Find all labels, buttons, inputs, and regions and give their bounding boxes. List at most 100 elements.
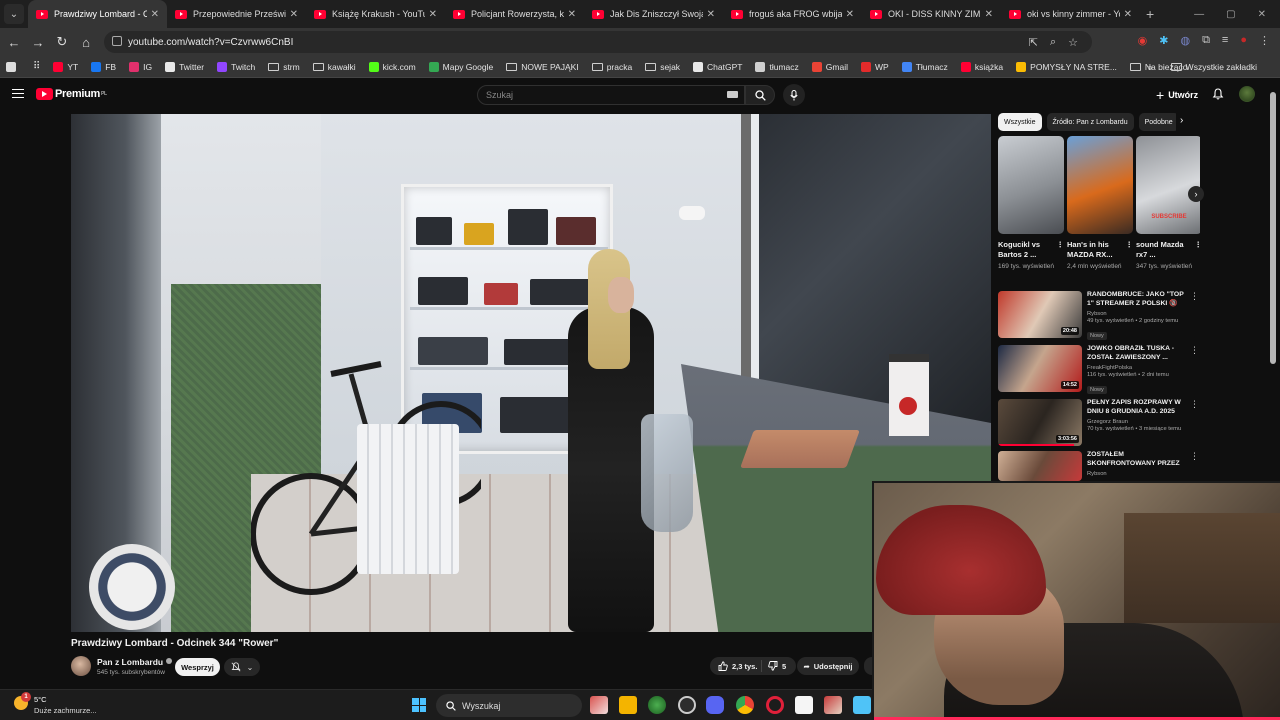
bookmark-item[interactable]: sejak bbox=[645, 62, 680, 72]
dislike-button[interactable]: 5 bbox=[762, 661, 786, 671]
record-extension-icon[interactable]: ◉ bbox=[1138, 34, 1148, 47]
support-button[interactable]: Wesprzyj bbox=[175, 658, 220, 676]
like-button[interactable]: 2,3 tys. bbox=[710, 660, 762, 672]
back-icon[interactable]: ← bbox=[2, 35, 26, 50]
taskbar-app-media-icon[interactable] bbox=[824, 696, 842, 714]
tab-search-button[interactable]: ⌄ bbox=[4, 4, 24, 24]
channel-name[interactable]: Pan z Lombardu bbox=[97, 657, 163, 667]
bookmark-item[interactable]: Twitch bbox=[217, 61, 255, 72]
apps-grid-icon[interactable]: ⠿ bbox=[33, 61, 40, 72]
browser-tab[interactable]: Policjant Rowerzysta, któr ✕ bbox=[445, 0, 584, 28]
extension-icon[interactable]: ✱ bbox=[1159, 34, 1168, 47]
windows-start-icon[interactable] bbox=[412, 698, 426, 712]
close-tab-icon[interactable]: ✕ bbox=[1124, 9, 1132, 20]
bookmark-item[interactable]: IG bbox=[129, 61, 152, 72]
youtube-logo[interactable]: Premium PL bbox=[36, 88, 107, 100]
bookmark-item[interactable]: Mapy Google bbox=[428, 61, 493, 72]
bookmark-item[interactable]: strm bbox=[268, 62, 300, 72]
share-button[interactable]: ➦ Udostępnij bbox=[797, 657, 859, 675]
address-bar[interactable]: youtube.com/watch?v=Czvrww6CnBI ⇱ ⌕ ☆ bbox=[104, 31, 1092, 53]
recommended-video[interactable]: 14:52 JÓWKO OBRAŻIŁ TUSKA - ZOSTAŁ ZAWIES… bbox=[998, 345, 1202, 395]
bookmark-item[interactable]: kawałki bbox=[312, 62, 356, 72]
maximize-icon[interactable]: ▢ bbox=[1226, 9, 1235, 20]
voice-search-button[interactable] bbox=[783, 84, 805, 106]
short-card[interactable]: SUBSCRIBE sound Mazda rx7 ... ⋮ 347 tys. wy… bbox=[1136, 136, 1200, 286]
browser-tab[interactable]: oki vs kinny zimmer - You ✕ bbox=[1001, 0, 1140, 28]
bookmark-item[interactable]: ChatGPT bbox=[693, 61, 742, 72]
short-card[interactable]: Kogucikl vs Bartos 2 ... ⋮ 169 tys. wyświe… bbox=[998, 136, 1064, 286]
close-tab-icon[interactable]: ✕ bbox=[290, 9, 298, 20]
browser-tab[interactable]: Jak Dis Zniszczył Swoją Ka ✕ bbox=[584, 0, 723, 28]
extensions-puzzle-icon[interactable]: ⧉ bbox=[1202, 34, 1210, 47]
video-player[interactable] bbox=[71, 114, 991, 632]
short-more-icon[interactable]: ⋮ bbox=[1126, 240, 1134, 250]
bookmark-item[interactable]: książka bbox=[960, 61, 1003, 72]
home-icon[interactable]: ⌂ bbox=[74, 35, 98, 50]
chips-next-icon[interactable]: › bbox=[1180, 115, 1183, 126]
subscription-notifications-button[interactable]: ⌄ bbox=[224, 658, 260, 676]
bookmark-item[interactable]: tłumacz bbox=[755, 61, 799, 72]
short-more-icon[interactable]: ⋮ bbox=[1057, 240, 1065, 250]
bookmark-item[interactable]: WP bbox=[860, 61, 889, 72]
recommended-video[interactable]: 20:48 RANDOMBRUCE: JAKO "TOP 1" STREAMER … bbox=[998, 291, 1202, 341]
media-controls-icon[interactable]: ≡ bbox=[1222, 34, 1228, 47]
recommended-more-icon[interactable]: ⋮ bbox=[1190, 399, 1199, 410]
channel-name-row[interactable]: Pan z Lombardu bbox=[97, 657, 173, 667]
bookmark-item[interactable]: NOWE PAJĄKI bbox=[506, 62, 579, 72]
close-tab-icon[interactable]: ✕ bbox=[846, 9, 854, 20]
recommended-more-icon[interactable]: ⋮ bbox=[1190, 291, 1199, 302]
taskbar-app-photo-icon[interactable] bbox=[590, 696, 608, 714]
weather-widget[interactable]: 1 5°C Duże zachmurze... bbox=[14, 692, 124, 718]
minimize-icon[interactable]: — bbox=[1194, 9, 1204, 20]
site-info-icon[interactable] bbox=[112, 36, 122, 46]
discord-icon[interactable] bbox=[706, 696, 724, 714]
file-explorer-icon[interactable] bbox=[619, 696, 637, 714]
opera-gx-icon[interactable] bbox=[766, 696, 784, 714]
taskbar-search[interactable]: Wyszukaj bbox=[436, 694, 582, 717]
close-tab-icon[interactable]: ✕ bbox=[568, 9, 576, 20]
recommended-video[interactable]: 3:03:56 PEŁNY ZAPIS ROZPRAWY W DNIU 8 GRU… bbox=[998, 399, 1202, 449]
filter-chip[interactable]: Źródło: Pan z Lombardu bbox=[1046, 113, 1134, 131]
notepad-icon[interactable] bbox=[853, 696, 871, 714]
close-tab-icon[interactable]: ✕ bbox=[429, 9, 437, 20]
filter-chip[interactable]: Podobne bbox=[1138, 113, 1176, 131]
shorts-next-button[interactable]: › bbox=[1188, 186, 1204, 202]
recommended-channel[interactable]: Rybson bbox=[1087, 311, 1195, 317]
menu-icon[interactable] bbox=[12, 89, 24, 98]
extension-icon-2[interactable]: ◍ bbox=[1180, 34, 1190, 47]
bookmark-item[interactable]: pracka bbox=[591, 62, 632, 72]
zoom-icon[interactable]: ⌕ bbox=[1050, 36, 1056, 49]
bookmark-item[interactable]: Tłumacz bbox=[901, 61, 948, 72]
channel-avatar[interactable] bbox=[71, 656, 91, 676]
search-button[interactable] bbox=[745, 85, 775, 105]
browser-tab[interactable]: OKI - DISS KINNY ZIMME ✕ bbox=[862, 0, 1001, 28]
close-window-icon[interactable]: ✕ bbox=[1258, 9, 1266, 20]
recommended-video[interactable]: ZOSTAŁEM SKONFRONTOWANY PRZEZ ... Rybson ⋮ bbox=[998, 451, 1202, 481]
new-tab-button[interactable]: + bbox=[1146, 6, 1154, 22]
browser-tab[interactable]: froguś aka FROG wbija się ✕ bbox=[723, 0, 862, 28]
create-button[interactable]: + Utwórz bbox=[1156, 87, 1198, 103]
keyboard-icon[interactable] bbox=[727, 91, 738, 98]
close-tab-icon[interactable]: ✕ bbox=[151, 9, 159, 20]
forward-icon[interactable]: → bbox=[26, 35, 50, 50]
browser-tab[interactable]: Książę Krakush - YouTube ✕ bbox=[306, 0, 445, 28]
menu-kebab-icon[interactable]: ⋮ bbox=[1259, 34, 1270, 47]
bookmark-item[interactable]: kick.com bbox=[368, 61, 416, 72]
github-icon[interactable] bbox=[678, 696, 696, 714]
bookmark-item[interactable]: Twitter bbox=[165, 61, 204, 72]
bookmark-star-icon[interactable]: ☆ bbox=[1068, 36, 1078, 49]
browser-tab[interactable]: Przepowiednie Prześwira ✕ bbox=[167, 0, 306, 28]
bookmark-item[interactable]: POMYSŁY NA STRE... bbox=[1016, 61, 1117, 72]
recommended-channel[interactable]: FreakFightPolska bbox=[1087, 365, 1195, 371]
filter-chip[interactable]: Wszystkie bbox=[998, 113, 1042, 131]
bookmark-item[interactable]: YT bbox=[53, 61, 78, 72]
more-bookmarks-icon[interactable]: » bbox=[1148, 62, 1153, 72]
all-bookmarks-folder[interactable]: Wszystkie zakładki bbox=[1170, 62, 1257, 72]
chrome-icon[interactable] bbox=[736, 696, 754, 714]
close-tab-icon[interactable]: ✕ bbox=[985, 9, 993, 20]
notifications-bell-icon[interactable] bbox=[1212, 88, 1224, 100]
close-tab-icon[interactable]: ✕ bbox=[707, 9, 715, 20]
install-icon[interactable]: ⇱ bbox=[1029, 36, 1038, 49]
bookmark-item[interactable]: FB bbox=[91, 61, 116, 72]
page-scrollbar[interactable] bbox=[1270, 92, 1276, 364]
